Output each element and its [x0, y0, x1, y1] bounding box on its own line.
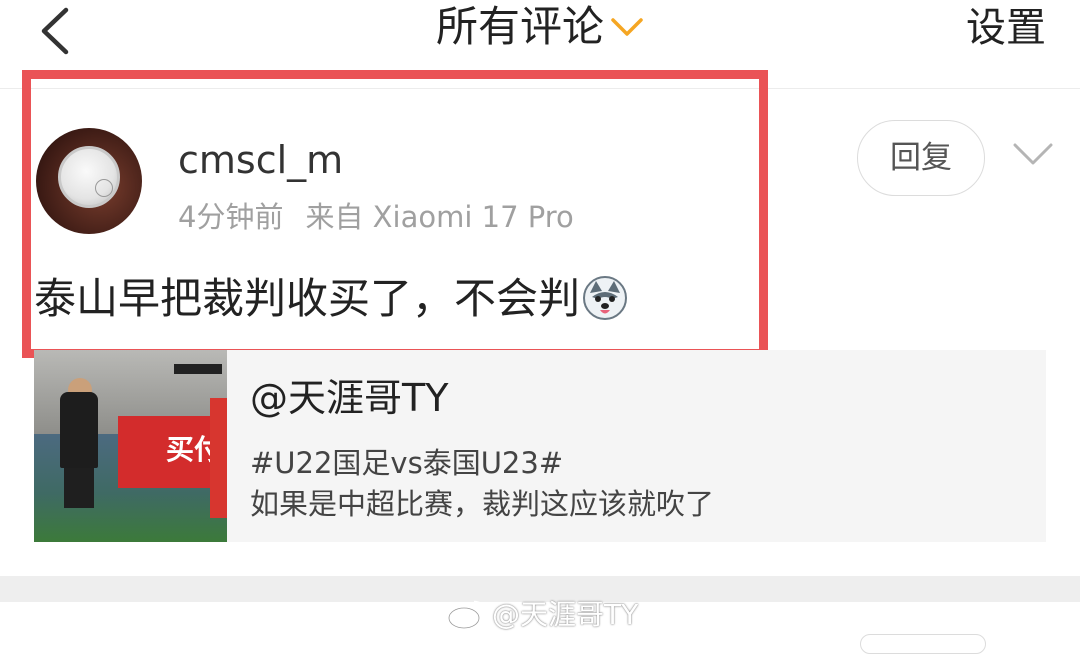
repost-hashtag[interactable]: #U22国足vs泰国U23#	[250, 445, 563, 481]
reply-button[interactable]: 回复	[857, 120, 985, 196]
repost-card[interactable]: 买付 @天涯哥TY #U22国足vs泰国U23# 如果是中超比赛，裁判这应该就吹…	[34, 350, 1046, 542]
thumbnail-referee-legs	[64, 468, 94, 508]
page-title: 所有评论	[435, 2, 604, 51]
comment-meta: 4分钟前 来自 Xiaomi 17 Pro	[178, 198, 574, 236]
thumbnail-score-bar	[174, 364, 222, 374]
username[interactable]: cmscl_m	[178, 138, 343, 182]
thumbnail-player	[210, 398, 227, 518]
comment-time: 4分钟前	[178, 200, 284, 234]
video-thumbnail[interactable]: 买付	[34, 350, 227, 542]
avatar[interactable]	[36, 128, 142, 234]
comment-body: 泰山早把裁判收买了，不会判	[34, 270, 628, 328]
title-dropdown[interactable]: 所有评论	[0, 0, 1080, 54]
weibo-logo-icon	[447, 600, 485, 630]
more-options-chevron-icon[interactable]	[1012, 140, 1054, 168]
watch-subdial	[95, 179, 113, 197]
repost-description: 如果是中超比赛，裁判这应该就吹了	[250, 487, 715, 521]
repost-author[interactable]: @天涯哥TY	[250, 376, 448, 420]
watermark: @天涯哥TY	[446, 596, 638, 634]
husky-dog-emoji-icon	[583, 276, 628, 320]
comment-text: 泰山早把裁判收买了，不会判	[34, 274, 581, 323]
next-reply-button[interactable]	[860, 634, 986, 654]
watermark-text: @天涯哥TY	[492, 598, 639, 631]
comment-source: 来自 Xiaomi 17 Pro	[305, 200, 574, 234]
watch-avatar-image	[58, 146, 120, 208]
settings-button[interactable]: 设置	[966, 0, 1046, 56]
top-bar: 所有评论 设置	[0, 0, 1080, 89]
thumbnail-referee	[60, 392, 98, 468]
chevron-down-icon	[611, 18, 643, 36]
